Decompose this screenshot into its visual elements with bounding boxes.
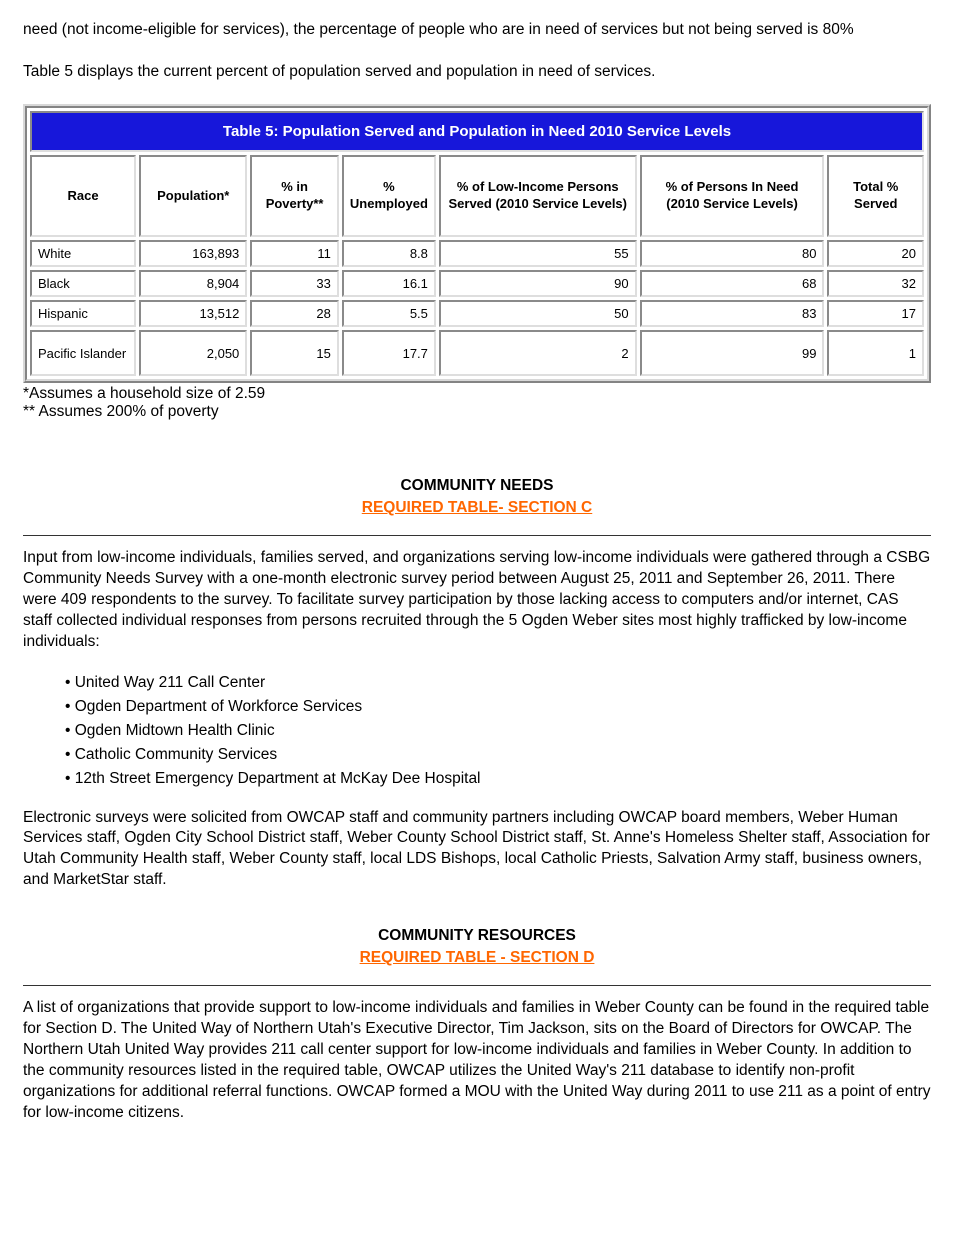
list-item: • United Way 211 Call Center [65,673,931,694]
community-resources-heading: COMMUNITY RESOURCES [23,927,931,945]
table-header-row: Race Population* % in Poverty** % Unempl… [30,155,924,237]
table-row: Pacific Islander 2,050 15 17.7 2 99 1 [30,330,924,376]
section-d-link[interactable]: REQUIRED TABLE - SECTION D [360,949,595,967]
footnote-1: *Assumes a household size of 2.59 [23,385,931,403]
list-item: • Ogden Department of Workforce Services [65,697,931,718]
table-title: Table 5: Population Served and Populatio… [30,111,924,152]
footnote-2: ** Assumes 200% of poverty [23,403,931,421]
list-item: • Catholic Community Services [65,745,931,766]
sites-list: • United Way 211 Call Center • Ogden Dep… [65,673,931,790]
list-item: • 12th Street Emergency Department at Mc… [65,769,931,790]
population-table: Table 5: Population Served and Populatio… [23,104,931,383]
needs-paragraph-1: Input from low-income individuals, famil… [23,548,931,653]
table-intro: Table 5 displays the current percent of … [23,62,931,82]
header-poverty: % in Poverty** [250,155,339,237]
community-needs-heading: COMMUNITY NEEDS [23,477,931,495]
table-row: Hispanic 13,512 28 5.5 50 83 17 [30,300,924,327]
header-in-need: % of Persons In Need (2010 Service Level… [640,155,825,237]
header-served: Total % Served [827,155,924,237]
header-unemployed: % Unemployed [342,155,436,237]
section-c-link[interactable]: REQUIRED TABLE- SECTION C [362,499,593,517]
header-population: Population* [139,155,247,237]
needs-paragraph-2: Electronic surveys were solicited from O… [23,808,931,892]
list-item: • Ogden Midtown Health Clinic [65,721,931,742]
separator [23,985,931,986]
table-row: White 163,893 11 8.8 55 80 20 [30,240,924,267]
separator [23,535,931,536]
table-row: Black 8,904 33 16.1 90 68 32 [30,270,924,297]
header-served-2010: % of Low-Income Persons Served (2010 Ser… [439,155,637,237]
intro-paragraph: need (not income-eligible for services),… [23,20,931,40]
resources-paragraph: A list of organizations that provide sup… [23,998,931,1124]
header-race: Race [30,155,136,237]
